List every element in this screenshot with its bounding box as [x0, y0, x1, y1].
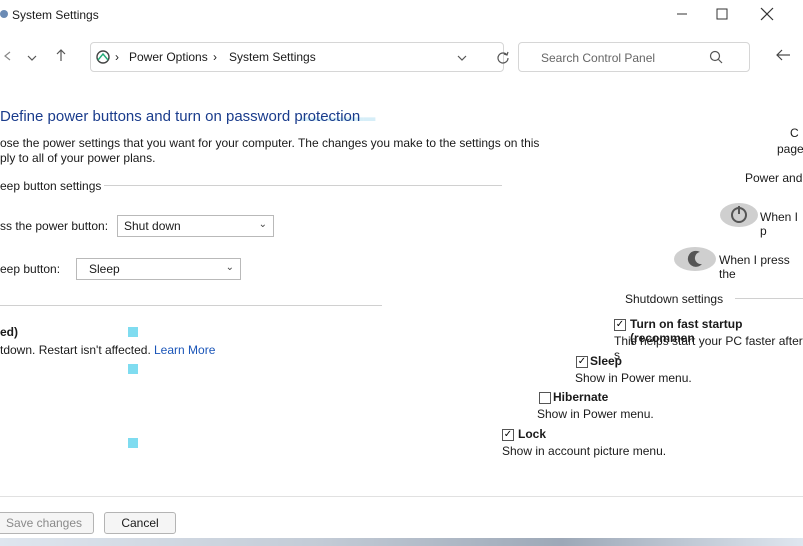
- sleep-checkbox[interactable]: ✓: [576, 356, 588, 368]
- cancel-button[interactable]: Cancel: [104, 512, 176, 534]
- breadcrumb-system-settings[interactable]: System Settings: [229, 50, 316, 64]
- sleep-button-value: Sleep: [89, 262, 120, 276]
- taskbar-edge: [0, 538, 803, 546]
- app-icon: [0, 8, 10, 20]
- maximize-icon: [716, 7, 728, 25]
- fast-startup-checkbox[interactable]: ✓: [614, 319, 626, 331]
- back-button[interactable]: [2, 49, 12, 65]
- right-fragment-page: page: [777, 142, 803, 156]
- right-fragment-power-and: Power and: [745, 171, 803, 185]
- window-title: System Settings: [12, 8, 99, 22]
- chevron-down-icon: ⌄: [258, 219, 267, 230]
- minimize-icon: [676, 7, 688, 25]
- chevron-down-icon: [26, 50, 38, 66]
- back-arrow-icon: [2, 49, 12, 65]
- breadcrumb-separator: ›: [115, 50, 119, 64]
- hibernate-checkbox[interactable]: [539, 392, 551, 404]
- sleep-button-select[interactable]: Sleep ⌄: [76, 258, 241, 280]
- right-fragment-c: C: [790, 126, 799, 140]
- up-arrow-icon: [56, 49, 66, 65]
- chevron-down-icon: ⌄: [225, 262, 234, 273]
- power-button-icon: [718, 200, 760, 233]
- address-dropdown-button[interactable]: [456, 52, 468, 66]
- checkmark-icon: ✓: [615, 319, 625, 330]
- back-arrow-icon: [775, 49, 791, 65]
- lock-help: Show in account picture menu.: [502, 444, 667, 458]
- fast-startup-help: This helps start your PC faster after s: [614, 334, 803, 362]
- search-box[interactable]: [518, 42, 750, 72]
- close-button[interactable]: [745, 0, 789, 32]
- sleep-button-label: eep button:: [0, 262, 61, 276]
- ghost-checkbox: [128, 438, 138, 448]
- footer-divider: [0, 496, 803, 497]
- section-divider: [0, 305, 382, 306]
- save-changes-button[interactable]: Save changes: [0, 512, 94, 534]
- title-bar: System Settings: [0, 0, 803, 32]
- right-fragment-when-i-press: When I press the: [719, 253, 790, 281]
- hibernate-help: Show in Power menu.: [537, 407, 654, 421]
- sleep-section-title: eep button settings: [0, 179, 102, 193]
- search-input[interactable]: [539, 50, 723, 66]
- checkmark-icon: ✓: [577, 356, 587, 367]
- fast-startup-description: tdown. Restart isn't affected.: [0, 343, 151, 357]
- address-bar[interactable]: › Power Options › System Settings: [90, 42, 504, 72]
- ghost-checkbox: [128, 327, 138, 337]
- refresh-button[interactable]: [496, 50, 510, 67]
- ghost-checkbox: [128, 364, 138, 374]
- breadcrumb-separator: ›: [213, 50, 217, 64]
- right-back-button[interactable]: [775, 48, 791, 65]
- power-button-value: Shut down: [124, 219, 181, 233]
- chevron-down-icon: [456, 52, 468, 66]
- recommended-fragment: ed): [0, 325, 18, 339]
- power-button-select[interactable]: Shut down ⌄: [117, 215, 274, 237]
- checkmark-icon: ✓: [503, 429, 513, 440]
- section-divider: [735, 298, 803, 299]
- minimize-button[interactable]: [660, 0, 704, 32]
- search-icon[interactable]: [709, 50, 723, 67]
- lock-label: Lock: [518, 427, 547, 441]
- breadcrumb-power-options[interactable]: Power Options: [129, 50, 208, 64]
- close-icon: [760, 7, 774, 26]
- shutdown-settings-title: Shutdown settings: [625, 292, 724, 306]
- sleep-button-icon: [672, 244, 718, 277]
- refresh-icon: [496, 51, 510, 67]
- right-fragment-when-i-p: When I p: [760, 210, 799, 238]
- page-heading: Define power buttons and turn on passwor…: [0, 108, 361, 125]
- hibernate-label: Hibernate: [553, 390, 609, 404]
- lock-checkbox[interactable]: ✓: [502, 429, 514, 441]
- sleep-help: Show in Power menu.: [575, 371, 692, 385]
- learn-more-link[interactable]: Learn More: [154, 343, 215, 357]
- power-button-label: ss the power button:: [0, 219, 109, 233]
- sleep-label: Sleep: [590, 354, 623, 368]
- up-button[interactable]: [56, 48, 66, 65]
- description-line-1: ose the power settings that you want for…: [0, 136, 540, 150]
- maximize-button[interactable]: [700, 0, 744, 32]
- description-line-2: ply to all of your power plans.: [0, 151, 156, 165]
- recent-locations-button[interactable]: [26, 50, 38, 66]
- control-panel-icon: [95, 49, 113, 68]
- section-divider: [104, 185, 502, 186]
